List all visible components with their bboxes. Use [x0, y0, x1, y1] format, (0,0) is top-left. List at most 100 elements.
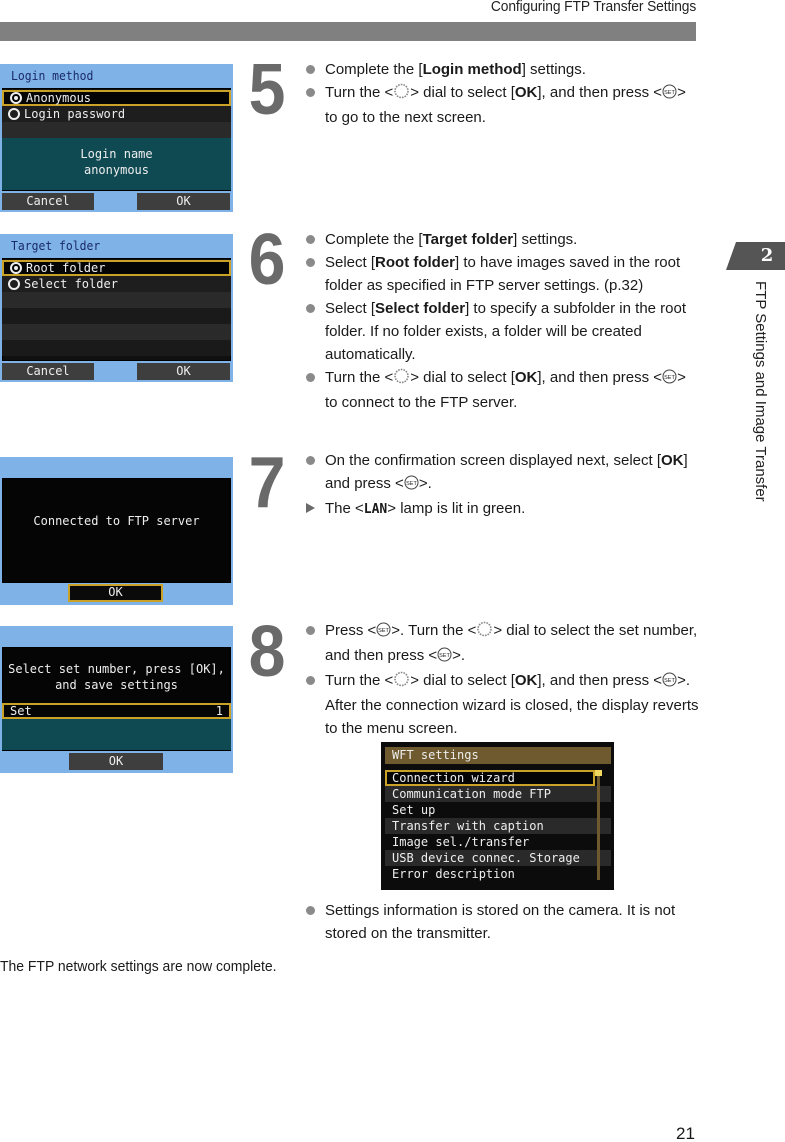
info-area: Login name anonymous — [2, 138, 231, 190]
step-number: 8 — [248, 612, 286, 692]
svg-text:SET: SET — [664, 90, 675, 96]
instruction-item: Settings information is stored on the ca… — [305, 899, 700, 945]
info-line: Login name — [80, 147, 153, 161]
empty-row — [2, 324, 231, 340]
step-8-instructions: Press < SET >. Turn the < > dial to select … — [305, 619, 700, 740]
dial-icon — [393, 368, 410, 391]
screen-title: Login method — [11, 69, 94, 83]
empty-row — [2, 308, 231, 324]
bullet-icon — [306, 456, 315, 465]
svg-text:SET: SET — [439, 653, 450, 659]
radio-empty-icon — [8, 108, 20, 120]
radio-empty-icon — [8, 278, 20, 290]
radio-selected-icon — [10, 92, 22, 104]
field-label: Set — [10, 704, 32, 718]
menu-item-usb-device[interactable]: USB device connec. Storage — [385, 850, 600, 866]
info-line: anonymous — [83, 163, 150, 177]
instruction-item: Turn the < > dial to select [OK], and the… — [305, 81, 700, 129]
instruction-item: Press < SET >. Turn the < > dial to select … — [305, 619, 700, 669]
instruction-item: On the confirmation screen displayed nex… — [305, 449, 700, 497]
step-6-instructions: Complete the [Target folder] settings. S… — [305, 228, 700, 414]
running-header-title: Configuring FTP Transfer Settings — [490, 0, 696, 15]
screen-login-method: Login method Anonymous Login password Lo… — [0, 64, 233, 212]
svg-text:SET: SET — [378, 628, 389, 634]
menu-item-image-sel-transfer[interactable]: Image sel./transfer — [385, 834, 585, 850]
option-label: Login password — [24, 107, 126, 121]
option-login-password[interactable]: Login password — [2, 106, 231, 122]
step-7-instructions: On the confirmation screen displayed nex… — [305, 449, 700, 521]
completion-note: The FTP network settings are now complet… — [0, 958, 277, 975]
screen-wft-settings-menu: WFT settings Connection wizard Communica… — [381, 742, 614, 890]
dial-icon — [393, 83, 410, 106]
ok-button[interactable]: OK — [137, 193, 230, 210]
option-root-folder[interactable]: Root folder — [2, 260, 231, 276]
set-button-icon: SET — [662, 368, 677, 391]
bullet-icon — [306, 626, 315, 635]
svg-text:SET: SET — [664, 678, 675, 684]
ok-button[interactable]: OK — [68, 584, 163, 602]
menu-item-transfer-with-caption[interactable]: Transfer with caption — [385, 818, 585, 834]
radio-selected-icon — [10, 262, 22, 274]
step-5-instructions: Complete the [Login method] settings. Tu… — [305, 58, 700, 129]
message-panel: Connected to FTP server — [2, 478, 231, 583]
ok-button[interactable]: OK — [137, 363, 230, 380]
bullet-icon — [306, 676, 315, 685]
result-item: The <LAN> lamp is lit in green. — [305, 497, 700, 521]
bullet-icon — [306, 235, 315, 244]
menu-scroll-thumb[interactable] — [595, 770, 602, 776]
message-line: Select set number, press [OK], — [8, 662, 225, 676]
step-8-note: Settings information is stored on the ca… — [305, 899, 700, 945]
empty-row — [2, 122, 231, 138]
empty-row — [2, 340, 231, 356]
set-button-icon: SET — [662, 671, 677, 694]
set-button-icon: SET — [376, 621, 391, 644]
result-arrow-icon — [306, 503, 315, 513]
instruction-item: Complete the [Login method] settings. — [305, 58, 700, 81]
menu-item-communication-mode[interactable]: Communication mode FTP — [385, 786, 585, 802]
dial-icon — [476, 621, 493, 644]
step-number: 6 — [248, 220, 286, 300]
svg-text:SET: SET — [406, 481, 417, 487]
chapter-number: 2 — [760, 245, 774, 266]
cancel-button[interactable]: Cancel — [2, 363, 94, 380]
bullet-icon — [306, 906, 315, 915]
bullet-icon — [306, 373, 315, 382]
screen-title: Target folder — [11, 239, 101, 253]
header-bar — [0, 22, 696, 41]
step-number: 5 — [248, 50, 286, 130]
instruction-item: Complete the [Target folder] settings. — [305, 228, 700, 251]
ok-button[interactable]: OK — [69, 753, 163, 770]
option-label: Anonymous — [26, 91, 92, 105]
option-anonymous[interactable]: Anonymous — [2, 90, 231, 106]
bullet-icon — [306, 258, 315, 267]
chapter-label: FTP Settings and Image Transfer — [752, 281, 769, 502]
set-button-icon: SET — [437, 646, 452, 669]
menu-item-connection-wizard[interactable]: Connection wizard — [385, 770, 595, 786]
option-label: Select folder — [24, 277, 118, 291]
connected-message: Connected to FTP server — [33, 514, 200, 528]
set-button-icon: SET — [404, 474, 419, 497]
instruction-item: Select [Root folder] to have images save… — [305, 251, 700, 297]
cancel-button[interactable]: Cancel — [2, 193, 94, 210]
screen-select-set: Select set number, press [OK], and save … — [0, 626, 233, 773]
menu-scrollbar[interactable] — [597, 770, 600, 880]
page-number: 21 — [676, 1124, 695, 1142]
bullet-icon — [306, 65, 315, 74]
instruction-item: Select [Select folder] to specify a subf… — [305, 297, 700, 366]
set-number-field[interactable]: Set 1 — [2, 703, 231, 719]
empty-row — [2, 292, 231, 308]
step-number: 7 — [248, 443, 286, 523]
screen-target-folder: Target folder Root folder Select folder … — [0, 234, 233, 382]
dial-icon — [393, 671, 410, 694]
field-value: 1 — [215, 704, 223, 718]
instruction-item: Turn the < > dial to select [OK], and the… — [305, 366, 700, 414]
option-select-folder[interactable]: Select folder — [2, 276, 231, 292]
chapter-tab: 2 — [726, 242, 785, 270]
menu-item-set-up[interactable]: Set up — [385, 802, 585, 818]
svg-text:SET: SET — [664, 375, 675, 381]
menu-item-error-description[interactable]: Error description — [385, 866, 585, 882]
screen-connected: Connected to FTP server OK — [0, 457, 233, 605]
set-button-icon: SET — [662, 83, 677, 106]
option-label: Root folder — [26, 261, 106, 275]
bullet-icon — [306, 88, 315, 97]
